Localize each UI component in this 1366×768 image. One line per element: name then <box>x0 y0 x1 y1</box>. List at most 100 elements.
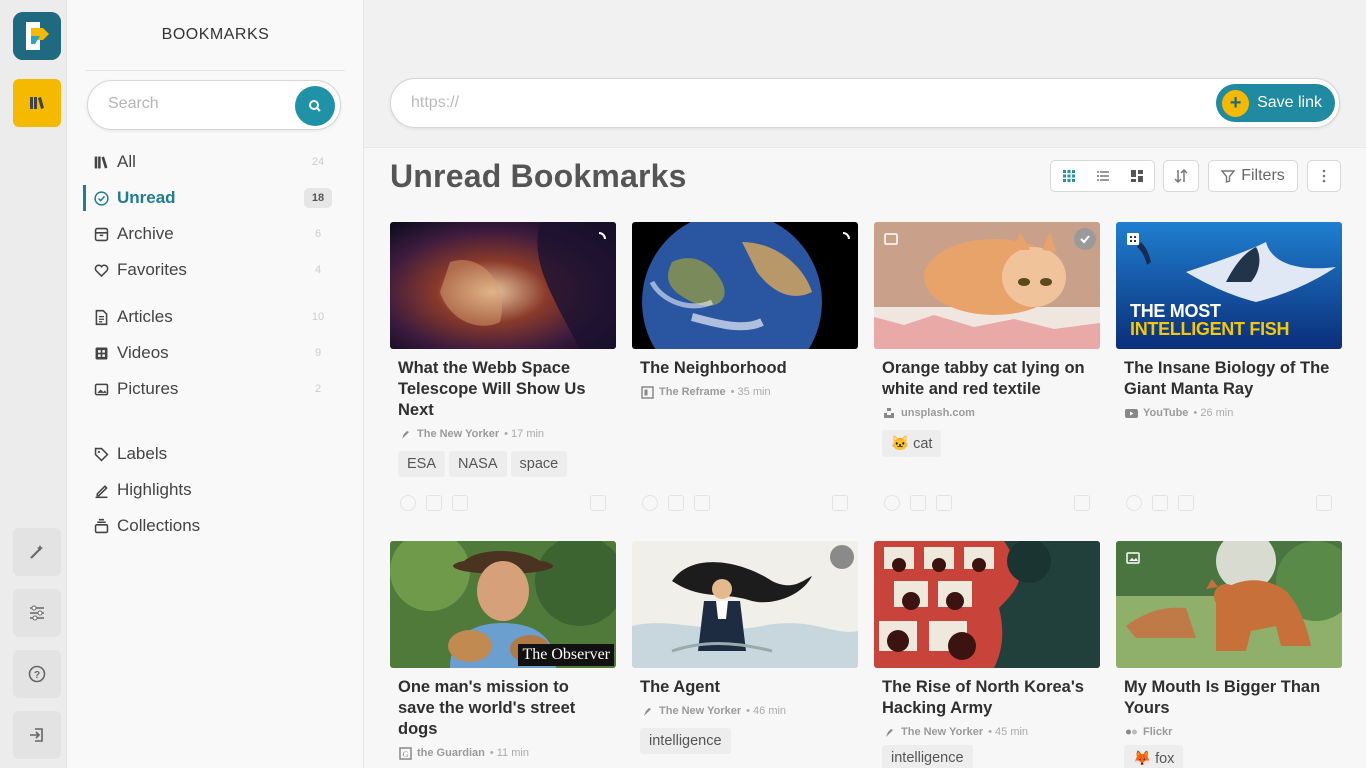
card-read-time: • 45 min <box>988 726 1029 738</box>
card-title[interactable]: The Neighborhood <box>632 358 858 379</box>
card-thumbnail[interactable]: THE MOST INTELLIGENT FISH <box>1116 222 1342 349</box>
delete-icon[interactable] <box>832 495 848 511</box>
video-icon <box>91 343 111 363</box>
card-thumbnail[interactable] <box>874 222 1100 349</box>
favorite-icon[interactable] <box>642 495 658 511</box>
card-read-time: • 17 min <box>504 428 545 440</box>
card-thumbnail[interactable] <box>632 541 858 668</box>
card-title[interactable]: Orange tabby cat lying on white and red … <box>874 358 1100 400</box>
share-icon[interactable] <box>694 495 710 511</box>
bookmark-card[interactable]: The Neighborhood The Reframe • 35 min <box>632 222 858 399</box>
filters-button[interactable]: Filters <box>1208 160 1298 192</box>
search-input[interactable] <box>108 95 288 113</box>
library-icon[interactable] <box>13 79 61 127</box>
card-title[interactable]: The Insane Biology of The Giant Manta Ra… <box>1116 358 1342 400</box>
grid-view-icon[interactable] <box>1052 161 1086 191</box>
share-icon[interactable] <box>452 495 468 511</box>
tag-chip[interactable]: intelligence <box>640 728 731 754</box>
sidebar-item-archive[interactable]: Archive 6 <box>85 219 347 249</box>
card-source: unsplash.com <box>901 407 975 419</box>
card-meta: The New Yorker • 17 min <box>390 427 616 441</box>
card-meta: G the Guardian • 11 min <box>390 746 616 760</box>
share-icon[interactable] <box>1178 495 1194 511</box>
sidebar-item-favorites[interactable]: Favorites 4 <box>85 255 347 285</box>
search-icon[interactable] <box>295 86 335 126</box>
card-thumbnail[interactable] <box>874 541 1100 668</box>
settings-sliders-icon[interactable] <box>13 589 61 637</box>
card-thumbnail[interactable]: The Observer <box>390 541 616 668</box>
sort-button[interactable] <box>1163 160 1199 192</box>
sidebar-item-label: Articles <box>117 307 173 326</box>
loading-icon <box>588 228 610 250</box>
archive-icon[interactable] <box>426 495 442 511</box>
sidebar-item-collections[interactable]: Collections <box>85 511 347 541</box>
count-badge: 6 <box>314 228 322 240</box>
sidebar-item-pictures[interactable]: Pictures 2 <box>85 374 347 404</box>
tag-chip[interactable]: 🦊 fox <box>1124 745 1184 768</box>
sidebar-item-label: Pictures <box>117 379 179 398</box>
card-title[interactable]: What the Webb Space Telescope Will Show … <box>390 358 616 421</box>
sidebar-item-unread[interactable]: Unread 18 <box>83 183 347 213</box>
card-thumbnail[interactable] <box>390 222 616 349</box>
card-meta: YouTube • 26 min <box>1116 406 1342 420</box>
bookmark-card[interactable]: The Observer One man's mission to save t… <box>390 541 616 760</box>
card-title[interactable]: The Agent <box>632 677 858 698</box>
sidebar-item-highlights[interactable]: Highlights <box>85 475 347 505</box>
tag-chip[interactable]: space <box>510 451 568 477</box>
thumbnail-text: The Observer <box>518 644 614 666</box>
bookmark-card[interactable]: THE MOST INTELLIGENT FISH The Insane Bio… <box>1116 222 1342 420</box>
status-circle-icon[interactable] <box>830 545 854 569</box>
magic-wand-icon[interactable] <box>13 528 61 576</box>
new-yorker-icon <box>882 725 896 739</box>
sidebar-item-label: Collections <box>117 516 201 535</box>
sidebar-item-labels[interactable]: Labels <box>85 439 347 469</box>
search-box <box>87 80 341 130</box>
bookmark-card[interactable]: What the Webb Space Telescope Will Show … <box>390 222 616 477</box>
sidebar-item-all[interactable]: All 24 <box>85 147 347 177</box>
archive-icon[interactable] <box>910 495 926 511</box>
card-tags: ESA NASA space <box>390 451 616 477</box>
card-thumbnail[interactable] <box>1116 541 1342 668</box>
app-logo-icon[interactable] <box>13 12 61 60</box>
tag-chip[interactable]: 🐱 cat <box>882 430 942 457</box>
tag-chip[interactable]: intelligence <box>882 745 973 768</box>
favorite-icon[interactable] <box>1126 495 1142 511</box>
sidebar-item-label: Highlights <box>117 480 192 499</box>
archive-icon[interactable] <box>1152 495 1168 511</box>
tag-chip[interactable]: NASA <box>449 451 507 477</box>
flickr-icon <box>1124 725 1138 739</box>
pen-icon <box>91 480 111 500</box>
sidebar-item-articles[interactable]: Articles 10 <box>85 302 347 332</box>
card-title[interactable]: My Mouth Is Bigger Than Yours <box>1116 677 1342 719</box>
url-input[interactable] <box>411 94 1111 112</box>
card-source: the Guardian <box>417 747 485 759</box>
filters-label: Filters <box>1241 167 1285 184</box>
archive-icon[interactable] <box>668 495 684 511</box>
list-view-icon[interactable] <box>1086 161 1120 191</box>
share-icon[interactable] <box>936 495 952 511</box>
card-title[interactable]: The Rise of North Korea's Hacking Army <box>874 677 1100 719</box>
card-thumbnail[interactable] <box>632 222 858 349</box>
delete-icon[interactable] <box>1316 495 1332 511</box>
sort-icon <box>1174 168 1188 184</box>
favorite-icon[interactable] <box>884 495 900 511</box>
delete-icon[interactable] <box>1074 495 1090 511</box>
check-circle-icon[interactable] <box>1074 228 1096 250</box>
sidebar-item-videos[interactable]: Videos 9 <box>85 338 347 368</box>
card-source: The New Yorker <box>417 428 500 440</box>
bookmark-card[interactable]: The Agent The New Yorker • 46 min intell… <box>632 541 858 754</box>
delete-icon[interactable] <box>590 495 606 511</box>
bookmark-card[interactable]: Orange tabby cat lying on white and red … <box>874 222 1100 457</box>
more-options-button[interactable] <box>1307 160 1341 192</box>
mosaic-view-icon[interactable] <box>1120 161 1154 191</box>
logout-icon[interactable] <box>13 711 61 759</box>
bookmark-card[interactable]: The Rise of North Korea's Hacking Army T… <box>874 541 1100 768</box>
card-title[interactable]: One man's mission to save the world's st… <box>390 677 616 740</box>
save-link-button[interactable]: + Save link <box>1216 84 1335 122</box>
count-badge: 2 <box>314 383 322 395</box>
tag-chip[interactable]: ESA <box>398 451 446 477</box>
count-badge: 10 <box>311 311 325 323</box>
help-icon[interactable]: ? <box>13 650 61 698</box>
favorite-icon[interactable] <box>400 495 416 511</box>
bookmark-card[interactable]: My Mouth Is Bigger Than Yours Flickr 🦊 f… <box>1116 541 1342 768</box>
